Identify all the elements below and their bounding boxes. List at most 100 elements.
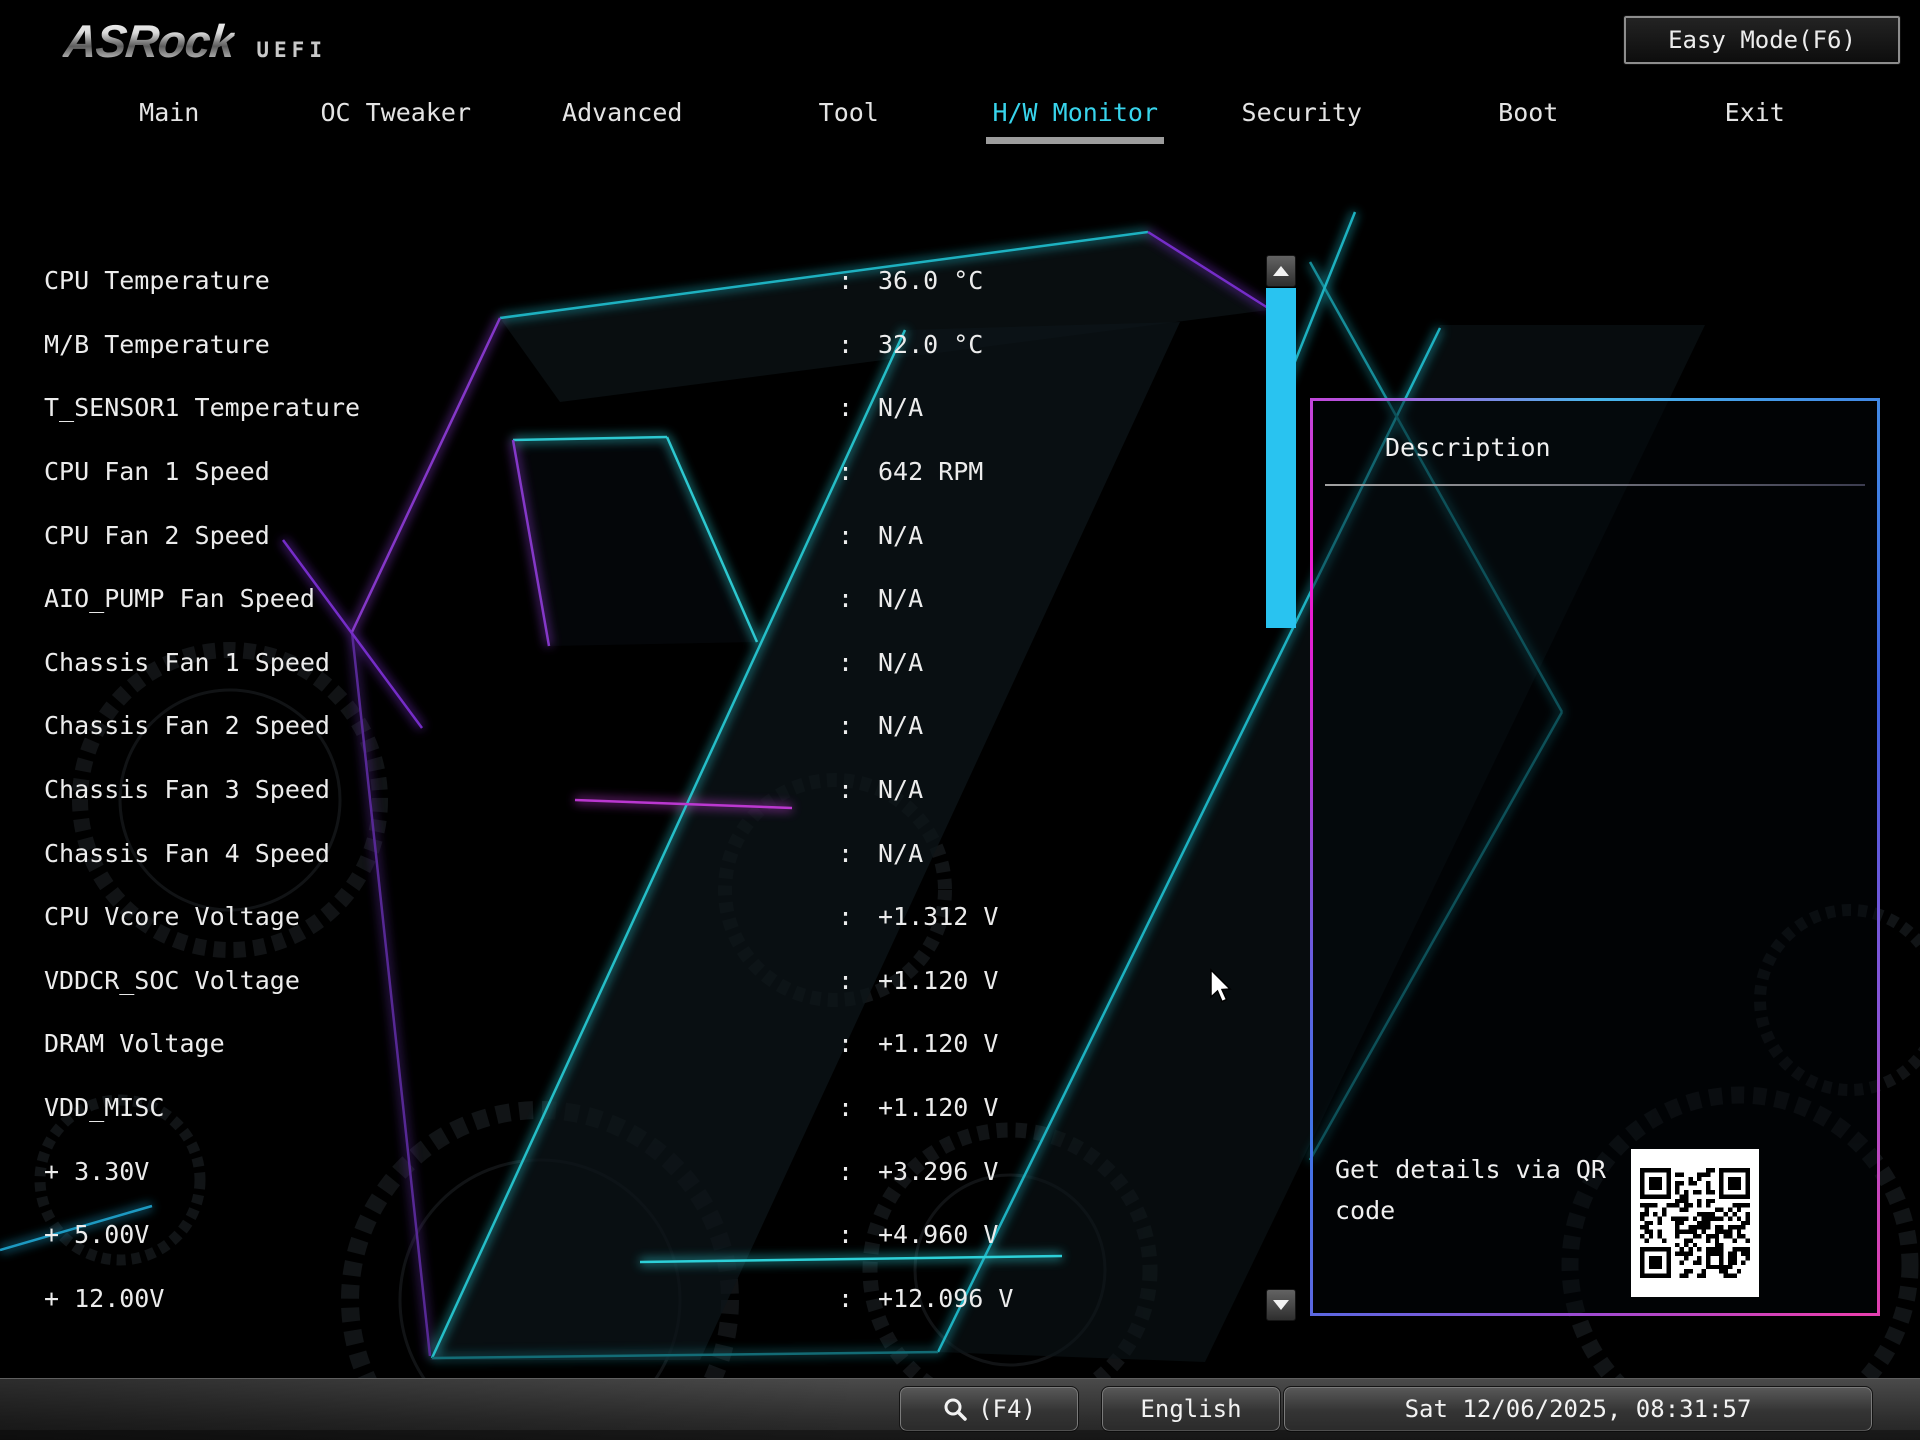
hw-row-colon: : (838, 521, 854, 550)
hw-row-value-group: : N/A (838, 521, 923, 550)
hw-row-label: + 3.30V (44, 1157, 149, 1186)
hw-row-colon: : (838, 648, 854, 677)
hw-row-value-group: :+1.120 V (838, 1093, 998, 1122)
tab-label: Boot (1492, 98, 1564, 137)
hw-row-label: Chassis Fan 3 Speed (44, 775, 330, 804)
language-button[interactable]: English (1102, 1387, 1280, 1431)
hw-row-value: +4.960 V (878, 1220, 998, 1249)
hw-row[interactable]: Chassis Fan 4 Speed:N/A (44, 821, 1240, 885)
hw-row-colon: : (838, 393, 854, 422)
tab-label: OC Tweaker (314, 98, 477, 137)
tab-h-w-monitor[interactable]: H/W Monitor (962, 98, 1189, 154)
tab-tool[interactable]: Tool (736, 98, 963, 154)
description-title: Description (1385, 433, 1877, 462)
hw-row-colon: : (838, 902, 854, 931)
qr-caption: Get details via QR code (1335, 1149, 1635, 1231)
hw-row-value-group: :+1.120 V (838, 1029, 998, 1058)
arrow-down-icon (1273, 1300, 1289, 1310)
hw-row-value: +1.120 V (878, 1093, 998, 1122)
hw-row[interactable]: CPU Temperature :36.0 °C (44, 249, 1240, 313)
hw-row[interactable]: Chassis Fan 3 Speed :N/A (44, 758, 1240, 822)
hw-row-label: Chassis Fan 2 Speed (44, 711, 330, 740)
hw-row-value-group: : N/A (838, 839, 923, 868)
hw-row[interactable]: + 3.30V: +3.296 V (44, 1139, 1240, 1203)
hw-row-value: N/A (878, 584, 923, 613)
uefi-logo-text: UEFI (256, 38, 327, 62)
hw-row-colon: : (838, 839, 854, 868)
hw-row-value: N/A (878, 839, 923, 868)
hw-row-value: N/A (878, 393, 923, 422)
hw-row-label: CPU Fan 2 Speed (44, 521, 270, 550)
scroll-up-button[interactable] (1266, 255, 1296, 287)
tab-label: Exit (1719, 98, 1791, 137)
scroll-down-button[interactable] (1266, 1289, 1296, 1321)
hw-row-colon: : (838, 966, 854, 995)
hw-row-colon: : (838, 775, 854, 804)
hw-row[interactable]: AIO_PUMP Fan Speed :N/A (44, 567, 1240, 631)
hw-row[interactable]: + 5.00V:+4.960 V (44, 1203, 1240, 1267)
hw-row[interactable]: CPU Vcore Voltage: +1.312 V (44, 885, 1240, 949)
language-label: English (1140, 1395, 1241, 1423)
hw-row[interactable]: CPU Fan 1 Speed:642 RPM (44, 440, 1240, 504)
hw-row[interactable]: VDDCR_SOC Voltage:+1.120 V (44, 949, 1240, 1013)
asrock-logo: ASRock UEFI (64, 14, 327, 68)
hw-row-label: VDDCR_SOC Voltage (44, 966, 300, 995)
search-icon (942, 1396, 968, 1422)
hw-row-label: CPU Temperature (44, 266, 270, 295)
datetime-button[interactable]: Sat 12/06/2025, 08:31:57 (1284, 1387, 1872, 1431)
hw-row-value: +1.312 V (878, 902, 998, 931)
tab-label: Main (133, 98, 205, 137)
hw-row-label: VDD_MISC (44, 1093, 164, 1122)
hw-row-value: +3.296 V (878, 1157, 998, 1186)
hw-row[interactable]: M/B Temperature:32.0 °C (44, 313, 1240, 377)
hw-row-label: Chassis Fan 1 Speed (44, 648, 330, 677)
hw-row-value-group: :642 RPM (838, 457, 983, 486)
hw-row-colon: : (838, 711, 854, 740)
tab-advanced[interactable]: Advanced (509, 98, 736, 154)
hw-row-colon: : (838, 1220, 854, 1249)
hw-row-value-group: : N/A (838, 393, 923, 422)
hw-row-value-group: : +3.296 V (838, 1157, 998, 1186)
asrock-logo-text: ASRock (61, 14, 237, 68)
scrollbar-thumb[interactable] (1266, 288, 1296, 628)
hw-row-value-group: : N/A (838, 648, 923, 677)
hw-row[interactable]: CPU Fan 2 Speed: N/A (44, 503, 1240, 567)
tab-security[interactable]: Security (1189, 98, 1416, 154)
tab-label: H/W Monitor (986, 98, 1164, 144)
hw-row-value: +12.096 V (878, 1284, 1013, 1313)
hw-row-label: CPU Vcore Voltage (44, 902, 300, 931)
hw-row-label: AIO_PUMP Fan Speed (44, 584, 315, 613)
hw-row-value: N/A (878, 521, 923, 550)
hw-row[interactable]: Chassis Fan 2 Speed :N/A (44, 694, 1240, 758)
hw-row[interactable]: VDD_MISC :+1.120 V (44, 1076, 1240, 1140)
hw-row-value-group: :N/A (838, 584, 923, 613)
search-button[interactable]: (F4) (900, 1387, 1078, 1431)
easy-mode-button[interactable]: Easy Mode(F6) (1624, 16, 1900, 64)
description-panel: Description Get details via QR code (1310, 398, 1880, 1316)
hw-row[interactable]: DRAM Voltage :+1.120 V (44, 1012, 1240, 1076)
hw-row-colon: : (838, 1029, 854, 1058)
search-hotkey-label: (F4) (978, 1395, 1036, 1423)
hw-row-colon: : (838, 1157, 854, 1186)
tab-label: Advanced (556, 98, 688, 137)
hw-row-label: T_SENSOR1 Temperature (44, 393, 360, 422)
tab-exit[interactable]: Exit (1642, 98, 1869, 154)
tab-label: Tool (813, 98, 885, 137)
hw-row[interactable]: + 12.00V :+12.096 V (44, 1267, 1240, 1331)
hw-row-label: + 12.00V (44, 1284, 164, 1313)
hw-row-label: DRAM Voltage (44, 1029, 225, 1058)
hw-row-value: N/A (878, 648, 923, 677)
tab-boot[interactable]: Boot (1415, 98, 1642, 154)
tab-main[interactable]: Main (56, 98, 283, 154)
hw-row-value: 36.0 °C (878, 266, 983, 295)
tab-label: Security (1236, 98, 1368, 137)
hw-row-value-group: :36.0 °C (838, 266, 983, 295)
hw-row-value-group: :N/A (838, 775, 923, 804)
hw-row-value-group: :N/A (838, 711, 923, 740)
hw-row[interactable]: T_SENSOR1 Temperature: N/A (44, 376, 1240, 440)
tab-oc-tweaker[interactable]: OC Tweaker (283, 98, 510, 154)
scrollbar[interactable] (1266, 255, 1296, 1321)
hw-row-value-group: : +1.312 V (838, 902, 998, 931)
hw-row-value-group: :+12.096 V (838, 1284, 1013, 1313)
hw-row[interactable]: Chassis Fan 1 Speed: N/A (44, 631, 1240, 695)
